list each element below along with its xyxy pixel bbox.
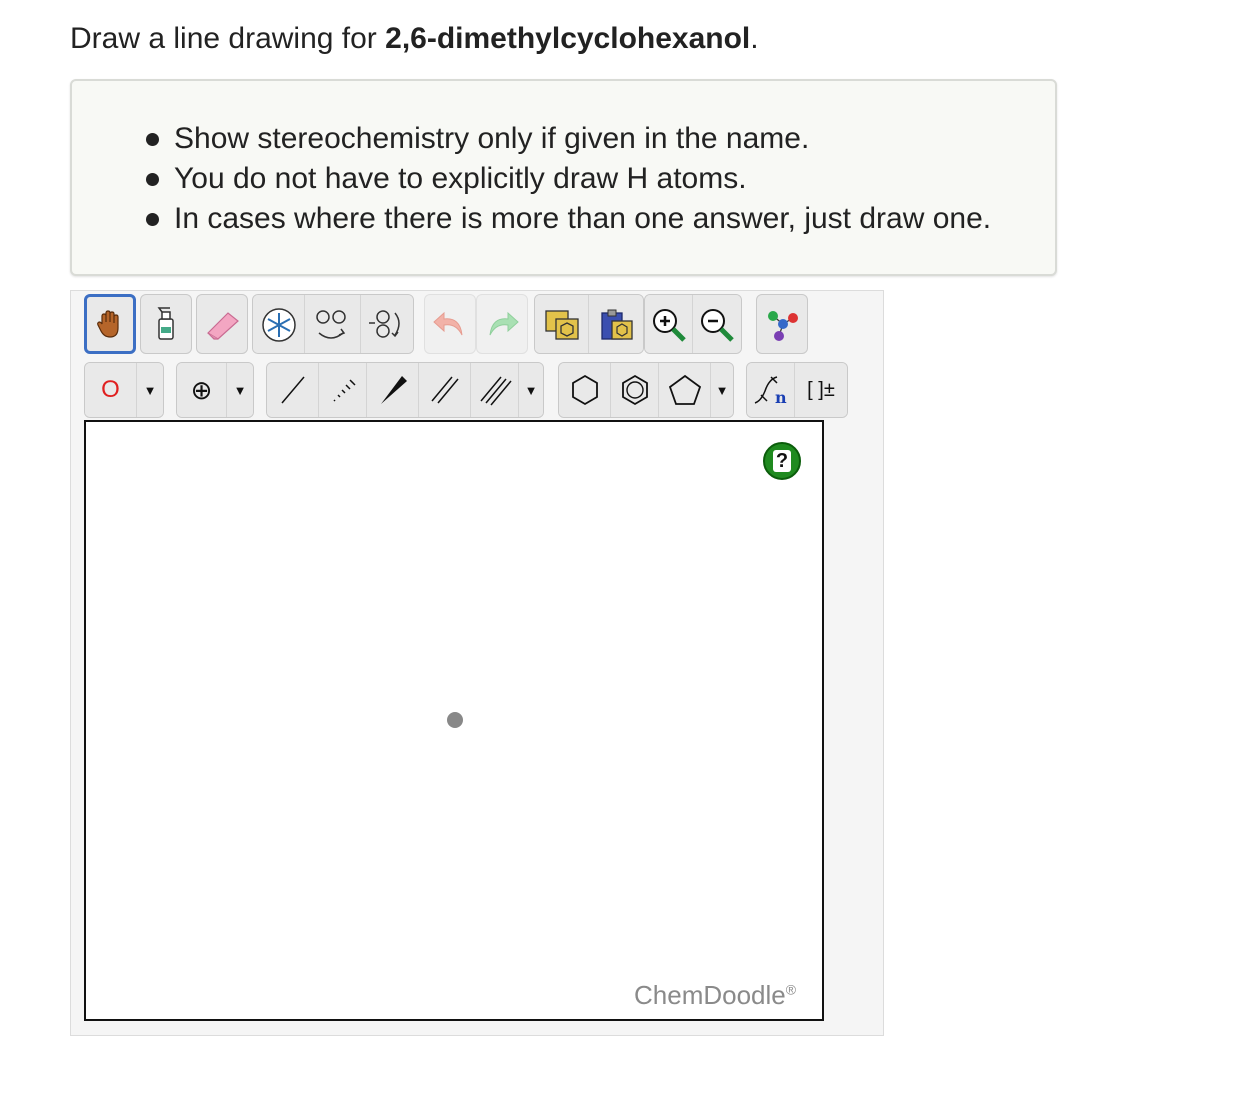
chevron-down-icon: ▼ [524, 382, 538, 398]
rotate-button[interactable] [361, 295, 413, 353]
charge-button[interactable]: ⊕ [177, 363, 227, 417]
lasso-tool-button[interactable] [140, 294, 192, 354]
hand-tool-button[interactable] [84, 294, 136, 354]
instructions-list: Show stereochemistry only if given in th… [142, 119, 991, 239]
wedge-bond-icon [380, 376, 407, 404]
question-suffix: . [750, 22, 759, 55]
charge-selector: ⊕ ▼ [176, 362, 254, 418]
benzene-button[interactable] [611, 363, 659, 417]
eraser-icon [207, 312, 239, 340]
zoom-out-button[interactable] [693, 295, 741, 353]
flip-molecule-icon [315, 310, 346, 339]
toolbar-row-1 [84, 294, 808, 354]
view-tools-group [252, 294, 414, 354]
compound-name: 2,6-dimethylcyclohexanol [385, 22, 751, 55]
bracket-charge-label: [ ]± [807, 378, 835, 401]
copy-button[interactable] [535, 295, 589, 353]
ring-dropdown[interactable]: ▼ [711, 363, 733, 417]
bond-dropdown[interactable]: ▼ [519, 363, 543, 417]
rotate-molecule-icon [369, 310, 400, 338]
bottle-icon [157, 307, 174, 340]
instruction-item: Show stereochemistry only if given in th… [142, 119, 991, 159]
zoom-in-icon [652, 309, 686, 342]
triple-bond-icon [479, 376, 512, 406]
wedge-bond-button[interactable] [367, 363, 419, 417]
pentagon-icon [668, 374, 701, 405]
perception-button[interactable] [756, 294, 808, 354]
zoom-out-icon [701, 309, 734, 342]
repeat-unit-button[interactable]: n [747, 363, 795, 417]
hand-icon [97, 310, 119, 338]
hashed-bond-button[interactable] [319, 363, 367, 417]
question-prefix: Draw a line drawing for [70, 22, 386, 55]
chevron-down-icon: ▼ [233, 382, 247, 398]
brand-name: ChemDoodle [634, 980, 786, 1010]
undo-icon [433, 311, 463, 336]
charge-plus-icon: ⊕ [190, 374, 213, 405]
element-button[interactable]: O [85, 363, 137, 417]
molecule-colors-icon [768, 311, 798, 341]
chemdoodle-logo: ChemDoodle® [634, 980, 796, 1011]
zoom-group [644, 294, 742, 354]
instruction-item: You do not have to explicitly draw H ato… [142, 159, 991, 199]
brand-registered-mark: ® [785, 981, 797, 998]
single-bond-icon [280, 376, 305, 404]
paste-button[interactable] [589, 295, 643, 353]
cyclohexane-button[interactable] [559, 363, 611, 417]
help-question-icon: ? [773, 450, 791, 472]
element-dropdown[interactable]: ▼ [137, 363, 163, 417]
chevron-down-icon: ▼ [715, 382, 729, 398]
element-selector: O ▼ [84, 362, 164, 418]
instructions-box: Show stereochemistry only if given in th… [70, 79, 1057, 276]
triple-bond-button[interactable] [471, 363, 519, 417]
snowflake-icon [261, 308, 296, 342]
charge-dropdown[interactable]: ▼ [227, 363, 253, 417]
canvas-cursor-dot [447, 712, 463, 728]
benzene-icon [621, 374, 648, 406]
clipboard-group [534, 294, 644, 354]
toolbar-row-2: O ▼ ⊕ ▼ ▼ ▼ n []± [84, 362, 848, 422]
instruction-item: In cases where there is more than one an… [142, 199, 991, 239]
eraser-button[interactable] [196, 294, 248, 354]
undo-button[interactable] [424, 294, 476, 354]
paste-icon [601, 309, 633, 340]
double-bond-icon [430, 376, 459, 404]
ring-selector: ▼ [558, 362, 734, 418]
repeat-n-label: n [775, 388, 787, 407]
help-button[interactable]: ? [763, 442, 801, 480]
double-bond-button[interactable] [419, 363, 471, 417]
redo-button[interactable] [476, 294, 528, 354]
element-label: O [101, 376, 120, 403]
redo-icon [489, 311, 519, 336]
sgroup-tools: n [ ]± [746, 362, 848, 418]
chevron-down-icon: ▼ [143, 382, 157, 398]
copy-icon [544, 310, 579, 340]
charge-bracket-button[interactable]: [ ]± [795, 363, 847, 417]
cyclopentane-button[interactable] [659, 363, 711, 417]
flip-button[interactable] [305, 295, 361, 353]
clean-button[interactable] [253, 295, 305, 353]
hexagon-icon [571, 374, 598, 406]
single-bond-button[interactable] [267, 363, 319, 417]
hashed-bond-icon [332, 379, 356, 402]
bond-selector: ▼ [266, 362, 544, 418]
repeat-unit-icon: n [754, 376, 787, 407]
zoom-in-button[interactable] [645, 295, 693, 353]
question-text: Draw a line drawing for 2,6-dimethylcycl… [70, 22, 759, 56]
